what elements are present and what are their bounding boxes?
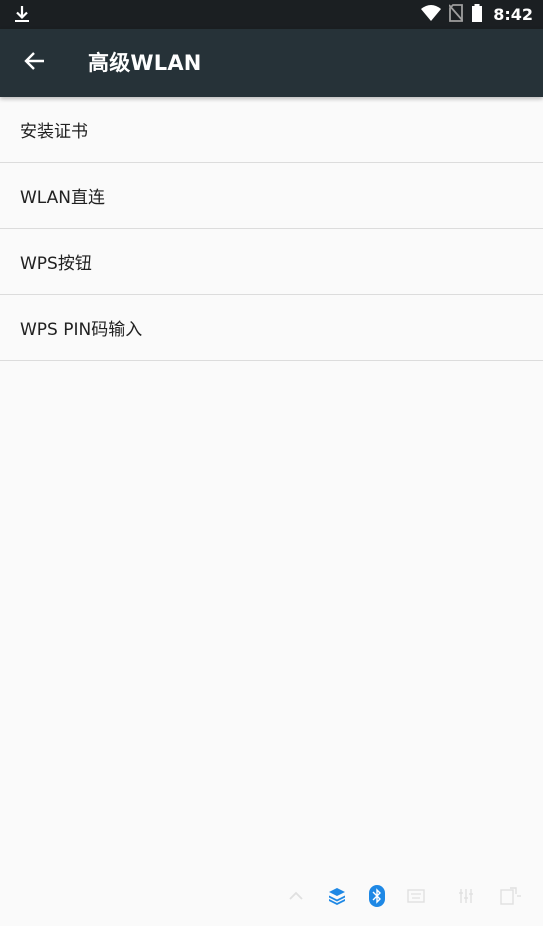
- status-bar: 8:42: [0, 0, 543, 29]
- keyboard-icon[interactable]: [404, 880, 428, 912]
- screen-rotation-icon[interactable]: [499, 880, 523, 912]
- wifi-icon: [421, 4, 442, 25]
- list-item-label: WPS PIN码输入: [20, 320, 143, 340]
- download-icon: [12, 4, 32, 24]
- layers-icon[interactable]: [325, 880, 349, 912]
- list-item-install-certificates[interactable]: 安装证书: [0, 97, 543, 163]
- tune-icon[interactable]: [454, 880, 478, 912]
- list-item-label: WPS按钮: [20, 254, 92, 274]
- page-title: 高级WLAN: [88, 51, 202, 75]
- battery-icon: [471, 3, 483, 26]
- list-item-label: 安装证书: [20, 122, 88, 142]
- app-bar: 高级WLAN: [0, 29, 543, 97]
- list-item-wlan-direct[interactable]: WLAN直连: [0, 163, 543, 229]
- back-button[interactable]: [14, 43, 54, 83]
- bluetooth-icon[interactable]: [365, 880, 389, 912]
- list-item-wps-pin[interactable]: WPS PIN码输入: [0, 295, 543, 361]
- arrow-back-icon: [23, 50, 45, 76]
- chevron-up-icon[interactable]: [284, 880, 308, 912]
- status-icons: 8:42: [421, 0, 533, 29]
- list-item-wps-button[interactable]: WPS按钮: [0, 229, 543, 295]
- no-sim-icon: [448, 3, 464, 26]
- nav-tray: [280, 880, 543, 912]
- list-item-label: WLAN直连: [20, 188, 106, 208]
- settings-list: 安装证书 WLAN直连 WPS按钮 WPS PIN码输入: [0, 97, 543, 361]
- status-time: 8:42: [493, 5, 533, 24]
